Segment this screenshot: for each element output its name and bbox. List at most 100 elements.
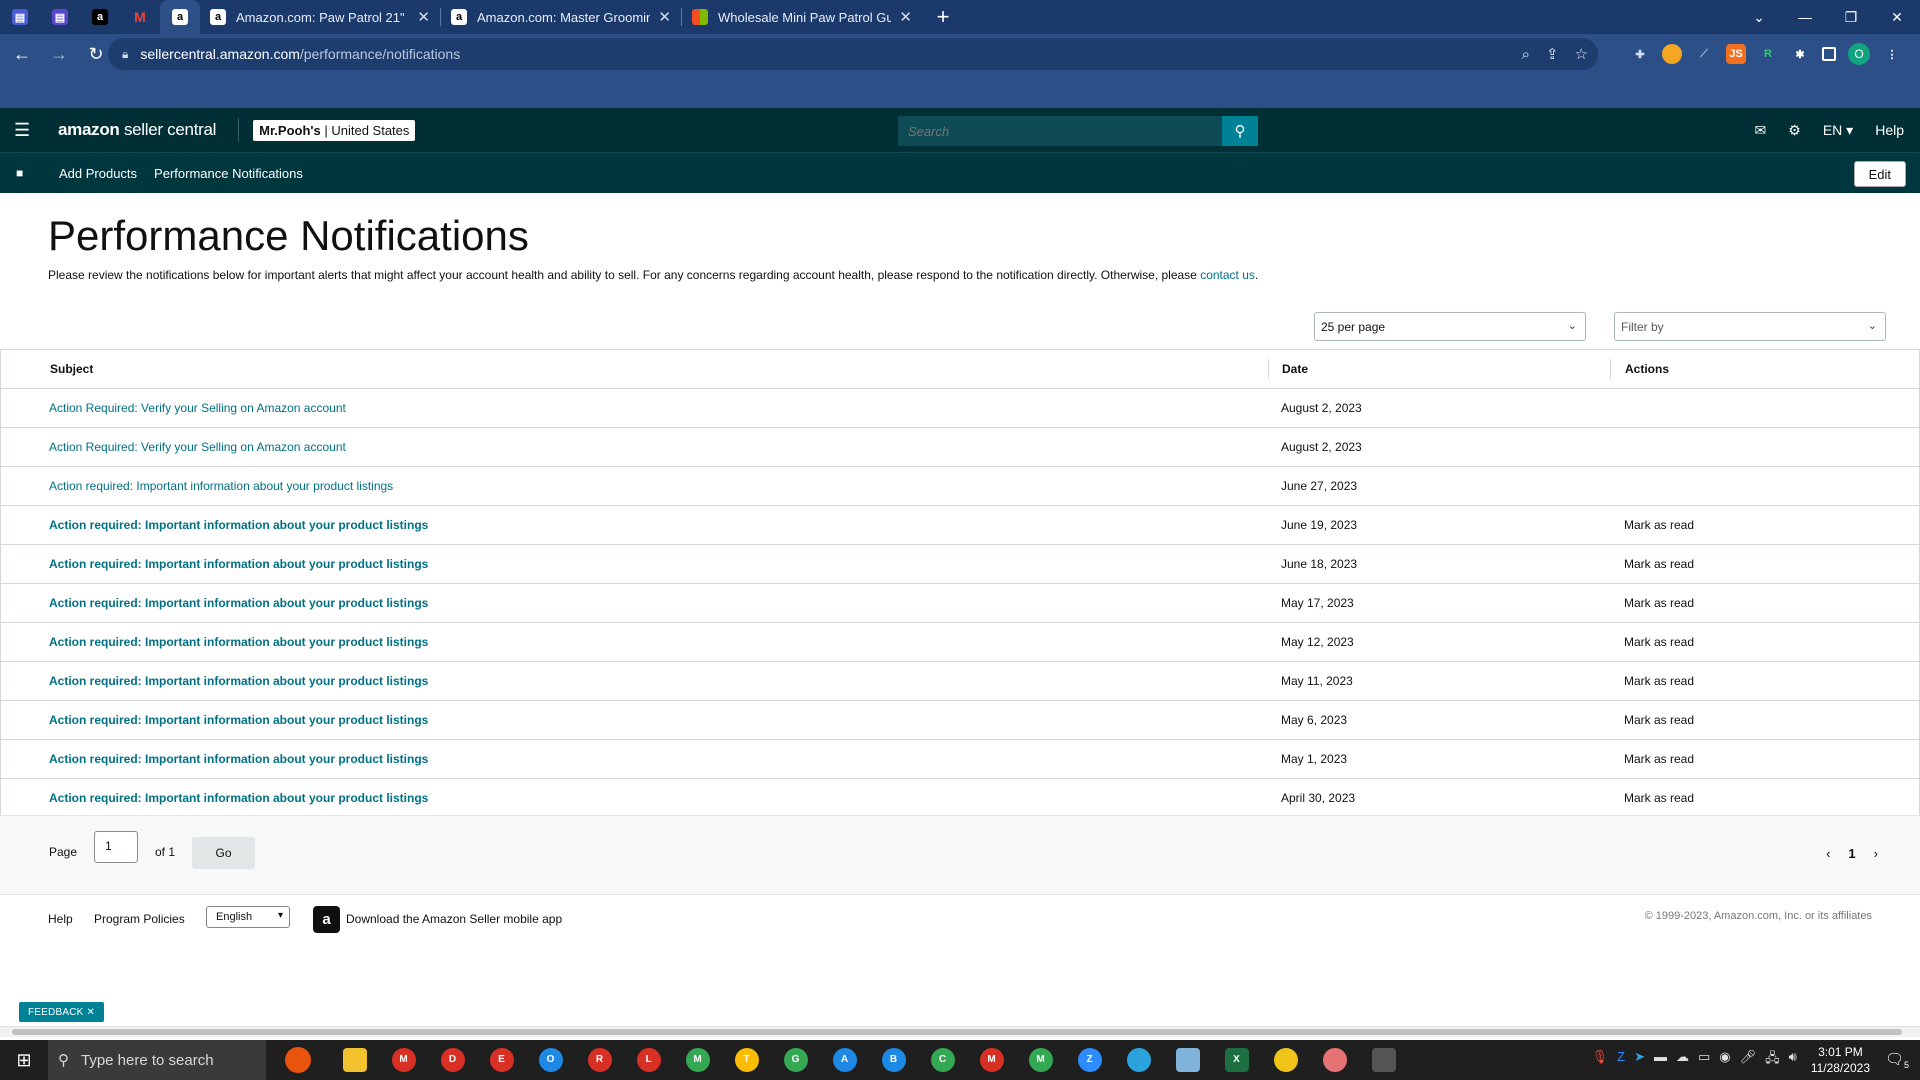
notification-subject-link[interactable]: Action required: Important information a… — [49, 791, 428, 805]
chrome-icon[interactable]: M — [967, 1040, 1016, 1080]
chrome-icon[interactable]: A — [820, 1040, 869, 1080]
mark-as-read-link[interactable]: Mark as read — [1624, 791, 1694, 805]
zoom-icon[interactable]: ⌕ — [1522, 46, 1530, 63]
app-icon[interactable] — [1261, 1040, 1310, 1080]
go-button[interactable]: Go — [192, 837, 255, 869]
pinned-tab[interactable]: ▤ — [40, 0, 80, 34]
zoom-tray-icon[interactable]: Z — [1617, 1049, 1625, 1071]
close-icon[interactable]: ✕ — [87, 1007, 96, 1018]
camera-icon[interactable]: ◉ — [1719, 1049, 1730, 1071]
new-tab-button[interactable]: + — [928, 2, 958, 32]
scrollbar-thumb[interactable] — [12, 1029, 1902, 1035]
notification-subject-link[interactable]: Action Required: Verify your Selling on … — [49, 440, 346, 454]
side-panel-icon[interactable] — [1822, 47, 1836, 61]
close-tab-icon[interactable]: ✕ — [417, 8, 430, 26]
chrome-icon[interactable]: B — [869, 1040, 918, 1080]
nav-add-products[interactable]: Add Products — [59, 166, 137, 181]
footer-help-link[interactable]: Help — [48, 912, 73, 926]
notification-subject-link[interactable]: Action required: Important information a… — [49, 479, 393, 493]
chrome-icon[interactable]: D — [428, 1040, 477, 1080]
notepad-icon[interactable] — [1163, 1040, 1212, 1080]
chrome-icon[interactable]: C — [918, 1040, 967, 1080]
chrome-icon[interactable]: T — [722, 1040, 771, 1080]
taskbar-clock[interactable]: 3:01 PM 11/28/2023 — [1811, 1044, 1870, 1076]
chrome-icon[interactable]: M — [673, 1040, 722, 1080]
notification-subject-link[interactable]: Action required: Important information a… — [49, 518, 428, 532]
browser-tab[interactable]: a Amazon.com: Paw Patrol 21" Kid ✕ — [200, 0, 440, 34]
menu-kebab-icon[interactable]: ⋮ — [1882, 44, 1902, 64]
mark-as-read-link[interactable]: Mark as read — [1624, 518, 1694, 532]
current-page[interactable]: 1 — [1848, 846, 1855, 861]
search-button[interactable]: ⚲ — [1222, 116, 1258, 146]
forward-arrow-icon[interactable]: → — [44, 39, 74, 69]
volume-icon[interactable]: 🔊︎ — [1789, 1049, 1797, 1071]
search-input[interactable] — [898, 116, 1222, 146]
address-bar[interactable]: 🔒︎ sellercentral.amazon.com/performance/… — [108, 38, 1598, 70]
filter-select[interactable]: Filter by ⌄ — [1614, 312, 1886, 341]
browser-tab[interactable]: a Amazon.com: Master Grooming ✕ — [441, 0, 681, 34]
chrome-icon[interactable]: L — [624, 1040, 673, 1080]
contact-us-link[interactable]: contact us — [1200, 268, 1255, 282]
extension-icon[interactable]: ⟋ — [1694, 44, 1714, 64]
amazon-app-icon[interactable]: a — [313, 906, 340, 933]
notification-subject-link[interactable]: Action required: Important information a… — [49, 557, 428, 571]
cloud-icon[interactable]: ☁ — [1676, 1049, 1689, 1071]
footer-program-policies-link[interactable]: Program Policies — [94, 912, 185, 926]
paint-icon[interactable] — [1310, 1040, 1359, 1080]
notification-subject-link[interactable]: Action Required: Verify your Selling on … — [49, 401, 346, 415]
back-arrow-icon[interactable]: ← — [7, 39, 37, 69]
excel-icon[interactable]: X — [1212, 1040, 1261, 1080]
per-page-select[interactable]: 25 per page ⌄ — [1314, 312, 1586, 341]
mark-as-read-link[interactable]: Mark as read — [1624, 596, 1694, 610]
chrome-icon[interactable]: E — [477, 1040, 526, 1080]
nav-performance-notifications[interactable]: Performance Notifications — [154, 166, 303, 181]
reload-icon[interactable]: ↻ — [81, 39, 111, 69]
column-header-date[interactable]: Date — [1282, 362, 1308, 376]
chrome-icon[interactable]: M — [379, 1040, 428, 1080]
storage-icon[interactable]: ▬ — [1654, 1049, 1667, 1071]
mark-as-read-link[interactable]: Mark as read — [1624, 752, 1694, 766]
pinned-tab[interactable]: M — [120, 0, 160, 34]
network-icon[interactable]: 🖧︎ — [1765, 1049, 1780, 1071]
chevron-right-icon[interactable]: › — [1874, 846, 1878, 861]
notification-subject-link[interactable]: Action required: Important information a… — [49, 596, 428, 610]
telegram-tray-icon[interactable]: ➤ — [1634, 1049, 1645, 1071]
bookmark-star-icon[interactable]: ☆ — [1575, 45, 1588, 63]
file-explorer-icon[interactable] — [330, 1040, 379, 1080]
bookmark-icon[interactable]: ■ — [16, 166, 36, 180]
close-tab-icon[interactable]: ✕ — [899, 8, 912, 26]
zoom-icon[interactable]: Z — [1065, 1040, 1114, 1080]
extension-icon[interactable]: R — [1758, 44, 1778, 64]
notification-subject-link[interactable]: Action required: Important information a… — [49, 752, 428, 766]
tab-search-icon[interactable]: ⌄ — [1736, 0, 1782, 34]
store-switcher[interactable]: Mr.Pooh's | United States — [253, 119, 416, 141]
chrome-icon[interactable]: R — [575, 1040, 624, 1080]
pinned-tab[interactable]: a — [80, 0, 120, 34]
chrome-icon[interactable]: M — [1016, 1040, 1065, 1080]
restore-icon[interactable]: ❐ — [1828, 0, 1874, 34]
windows-start-icon[interactable]: ⊞ — [0, 1040, 48, 1080]
pinned-tab[interactable]: ▤ — [0, 0, 40, 34]
minimize-icon[interactable]: — — [1782, 0, 1828, 34]
puzzle-icon[interactable]: ✱ — [1790, 44, 1810, 64]
hamburger-menu-icon[interactable]: ☰ — [14, 120, 34, 141]
mic-icon[interactable]: 🎤︎ — [1740, 1049, 1757, 1071]
gear-icon[interactable]: ⚙ — [1788, 122, 1801, 139]
taskbar-search[interactable]: ⚲ Type here to search — [48, 1040, 266, 1080]
notification-subject-link[interactable]: Action required: Important information a… — [49, 674, 428, 688]
extension-icon[interactable]: JS — [1726, 44, 1746, 64]
mark-as-read-link[interactable]: Mark as read — [1624, 674, 1694, 688]
profile-avatar[interactable]: O — [1848, 43, 1870, 65]
seller-central-logo[interactable]: amazon seller central — [58, 120, 216, 140]
mark-as-read-link[interactable]: Mark as read — [1624, 557, 1694, 571]
footer-language-select[interactable]: English ▾ — [206, 906, 290, 928]
horizontal-scrollbar[interactable] — [0, 1026, 1920, 1037]
chrome-icon[interactable]: G — [771, 1040, 820, 1080]
notification-subject-link[interactable]: Action required: Important information a… — [49, 635, 428, 649]
close-window-icon[interactable]: ✕ — [1874, 0, 1920, 34]
pinned-tab-active[interactable]: a — [160, 0, 200, 34]
close-tab-icon[interactable]: ✕ — [658, 8, 671, 26]
calculator-icon[interactable] — [1359, 1040, 1408, 1080]
notification-center-icon[interactable]: 🗨︎5 — [1882, 1050, 1912, 1070]
extension-icon[interactable]: ✚ — [1630, 44, 1650, 64]
